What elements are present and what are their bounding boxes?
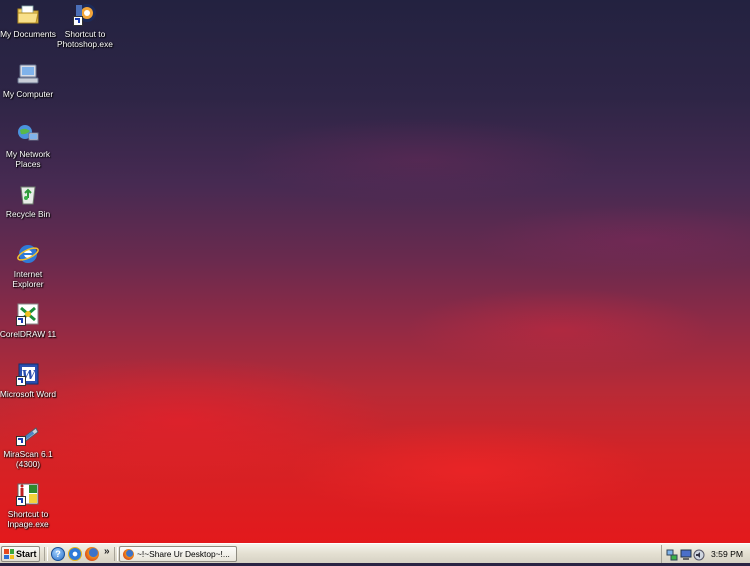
windows-logo-icon (4, 549, 14, 559)
microsoft-word-label: Microsoft Word (0, 389, 57, 399)
firefox-icon[interactable] (85, 547, 99, 561)
taskbar-separator (44, 547, 48, 561)
task-button-label: ~!~Share Ur Desktop~!... (137, 549, 230, 559)
network-icon (16, 122, 40, 146)
mirascan-label: MiraScan 6.1 (4300) (3, 449, 53, 469)
folder-documents-icon (16, 2, 40, 26)
internet-explorer-shortcut[interactable]: Internet Explorer (0, 242, 65, 289)
computer-tray-icon[interactable] (680, 548, 692, 560)
internet-explorer-label: Internet Explorer (12, 269, 44, 289)
my-network-places-shortcut[interactable]: My Network Places (0, 122, 65, 169)
recycle-bin-icon (16, 182, 40, 206)
coreldraw-label: CorelDRAW 11 (0, 329, 57, 339)
shortcut-arrow-icon (16, 496, 26, 506)
my-computer-label: My Computer (2, 89, 54, 99)
photoshop-label: Shortcut to Photoshop.exe (57, 29, 113, 49)
mirascan-shortcut[interactable]: MiraScan 6.1 (4300) (0, 422, 65, 469)
inpage-icon (16, 482, 40, 506)
clock[interactable]: 3:59 PM (711, 549, 743, 559)
photoshop-shortcut[interactable]: Shortcut to Photoshop.exe (48, 2, 122, 49)
shortcut-arrow-icon (16, 376, 26, 386)
my-computer-shortcut[interactable]: My Computer (0, 62, 65, 99)
system-tray: 3:59 PM (661, 545, 749, 563)
network-tray-icon[interactable] (666, 548, 678, 561)
internet-explorer-icon[interactable] (68, 547, 82, 561)
start-label: Start (16, 549, 37, 559)
desktop: My Documents Shortcut to Photoshop.exe M… (0, 0, 750, 543)
word-icon: W (16, 362, 40, 386)
coreldraw-shortcut[interactable]: CorelDRAW 11 (0, 302, 65, 339)
quick-launch-chevron[interactable]: » (104, 546, 110, 557)
inpage-label: Shortcut to Inpage.exe (7, 509, 49, 529)
shortcut-arrow-icon (16, 316, 26, 326)
sound-tray-icon[interactable] (693, 548, 705, 561)
taskbar-separator (114, 547, 118, 561)
shortcut-arrow-icon (73, 16, 83, 26)
recycle-bin-shortcut[interactable]: Recycle Bin (0, 182, 65, 219)
taskbar: Start ? » ~!~Share Ur Desktop~!... 3:59 … (0, 543, 750, 563)
help-icon[interactable]: ? (51, 547, 65, 561)
my-network-places-label: My Network Places (5, 149, 51, 169)
computer-icon (16, 62, 40, 86)
coreldraw-icon (16, 302, 40, 326)
microsoft-word-shortcut[interactable]: W Microsoft Word (0, 362, 65, 399)
recycle-bin-label: Recycle Bin (5, 209, 51, 219)
scanner-icon (16, 422, 40, 446)
task-button-firefox[interactable]: ~!~Share Ur Desktop~!... (119, 546, 237, 562)
start-button[interactable]: Start (1, 546, 40, 562)
shortcut-arrow-icon (16, 436, 26, 446)
photoshop-icon (73, 2, 97, 26)
firefox-icon (123, 548, 134, 560)
inpage-shortcut[interactable]: Shortcut to Inpage.exe (0, 482, 65, 529)
internet-explorer-icon (16, 242, 40, 266)
